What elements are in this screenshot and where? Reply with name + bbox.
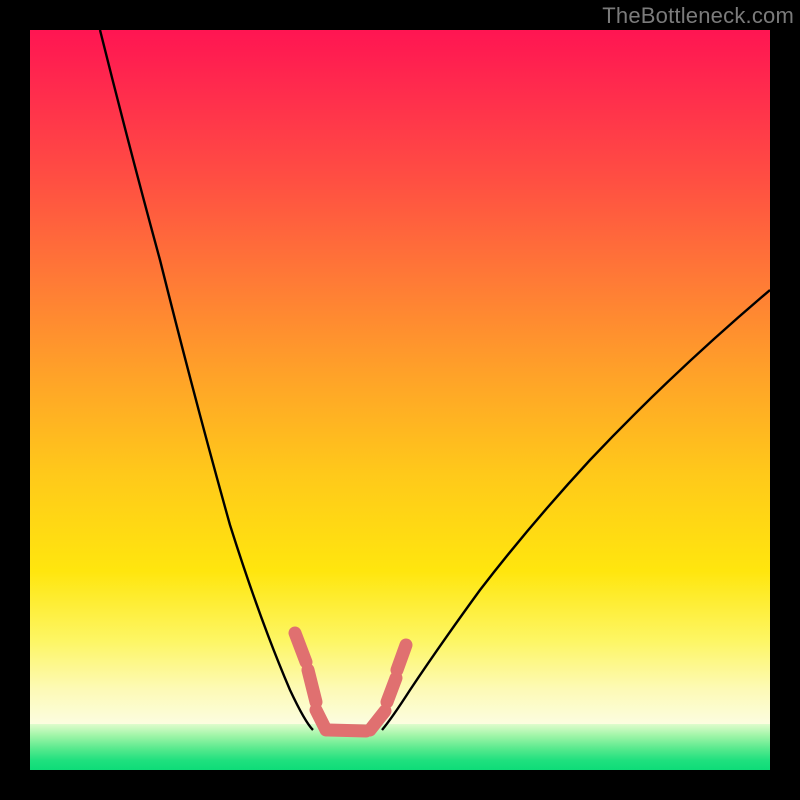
chart-frame: TheBottleneck.com — [0, 0, 800, 800]
left-curve — [100, 30, 313, 730]
marker-seg — [308, 670, 316, 702]
watermark-text: TheBottleneck.com — [602, 3, 794, 29]
marker-seg — [397, 645, 406, 670]
chart-svg — [30, 30, 770, 770]
plot-area — [30, 30, 770, 770]
bottleneck-markers — [295, 633, 406, 731]
marker-seg — [387, 678, 396, 702]
right-curve — [382, 290, 770, 730]
marker-seg — [295, 633, 306, 662]
marker-seg — [370, 711, 385, 730]
marker-seg — [328, 730, 366, 731]
